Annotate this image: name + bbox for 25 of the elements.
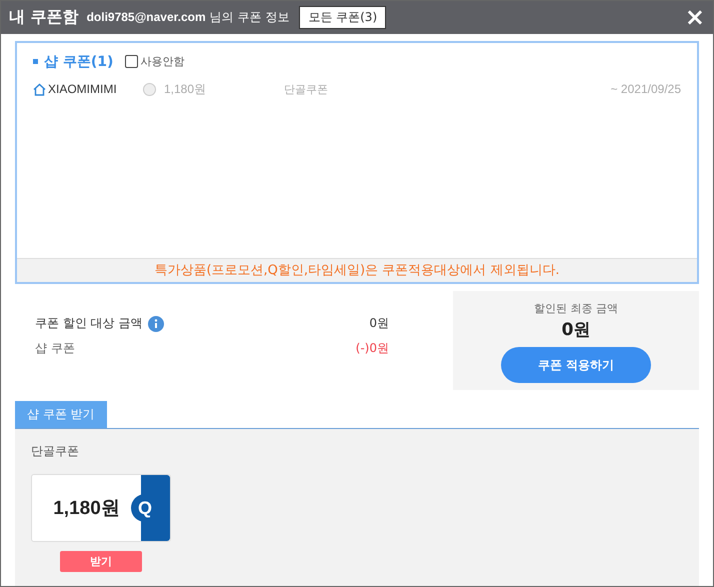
coupon-radio[interactable]	[143, 82, 156, 96]
final-value: 0원	[562, 319, 590, 342]
user-caption: 님의 쿠폰 정보	[210, 8, 290, 26]
close-icon[interactable]: ×	[684, 5, 705, 30]
final-label: 할인된 최종 금액	[534, 301, 618, 316]
coupon-value: 1,180원	[52, 497, 121, 521]
coupon-category: 단골쿠폰	[31, 443, 79, 460]
notice-text: 특가상품(프로모션,Q할인,타임세일)은 쿠폰적용대상에서 제외됩니다.	[17, 258, 697, 282]
home-icon	[33, 82, 46, 96]
all-coupons-button[interactable]: 모든 쿠폰(3)	[299, 6, 386, 29]
summary-label: 쿠폰 할인 대상 금액	[35, 315, 142, 332]
coupon-amount: 1,180원	[164, 80, 208, 98]
apply-coupon-button[interactable]: 쿠폰 적용하기	[501, 347, 651, 384]
info-icon[interactable]	[148, 316, 164, 332]
unused-checkbox[interactable]: 사용안함	[125, 54, 184, 70]
summary-value: (-)0원	[356, 340, 389, 358]
user-email: doli9785@naver.com	[86, 10, 206, 24]
summary-value: 0원	[369, 315, 389, 332]
coupon-type: 단골쿠폰	[284, 82, 329, 97]
window-title: 내 쿠폰함	[9, 6, 79, 28]
coupon-expiry: ~ 2021/09/25	[610, 82, 681, 96]
store-name: XIAOMIMIMI	[48, 82, 118, 96]
section-title: 샵 쿠폰(1)	[44, 52, 114, 71]
bullet-icon	[33, 59, 38, 64]
summary-label: 샵 쿠폰	[35, 340, 75, 358]
